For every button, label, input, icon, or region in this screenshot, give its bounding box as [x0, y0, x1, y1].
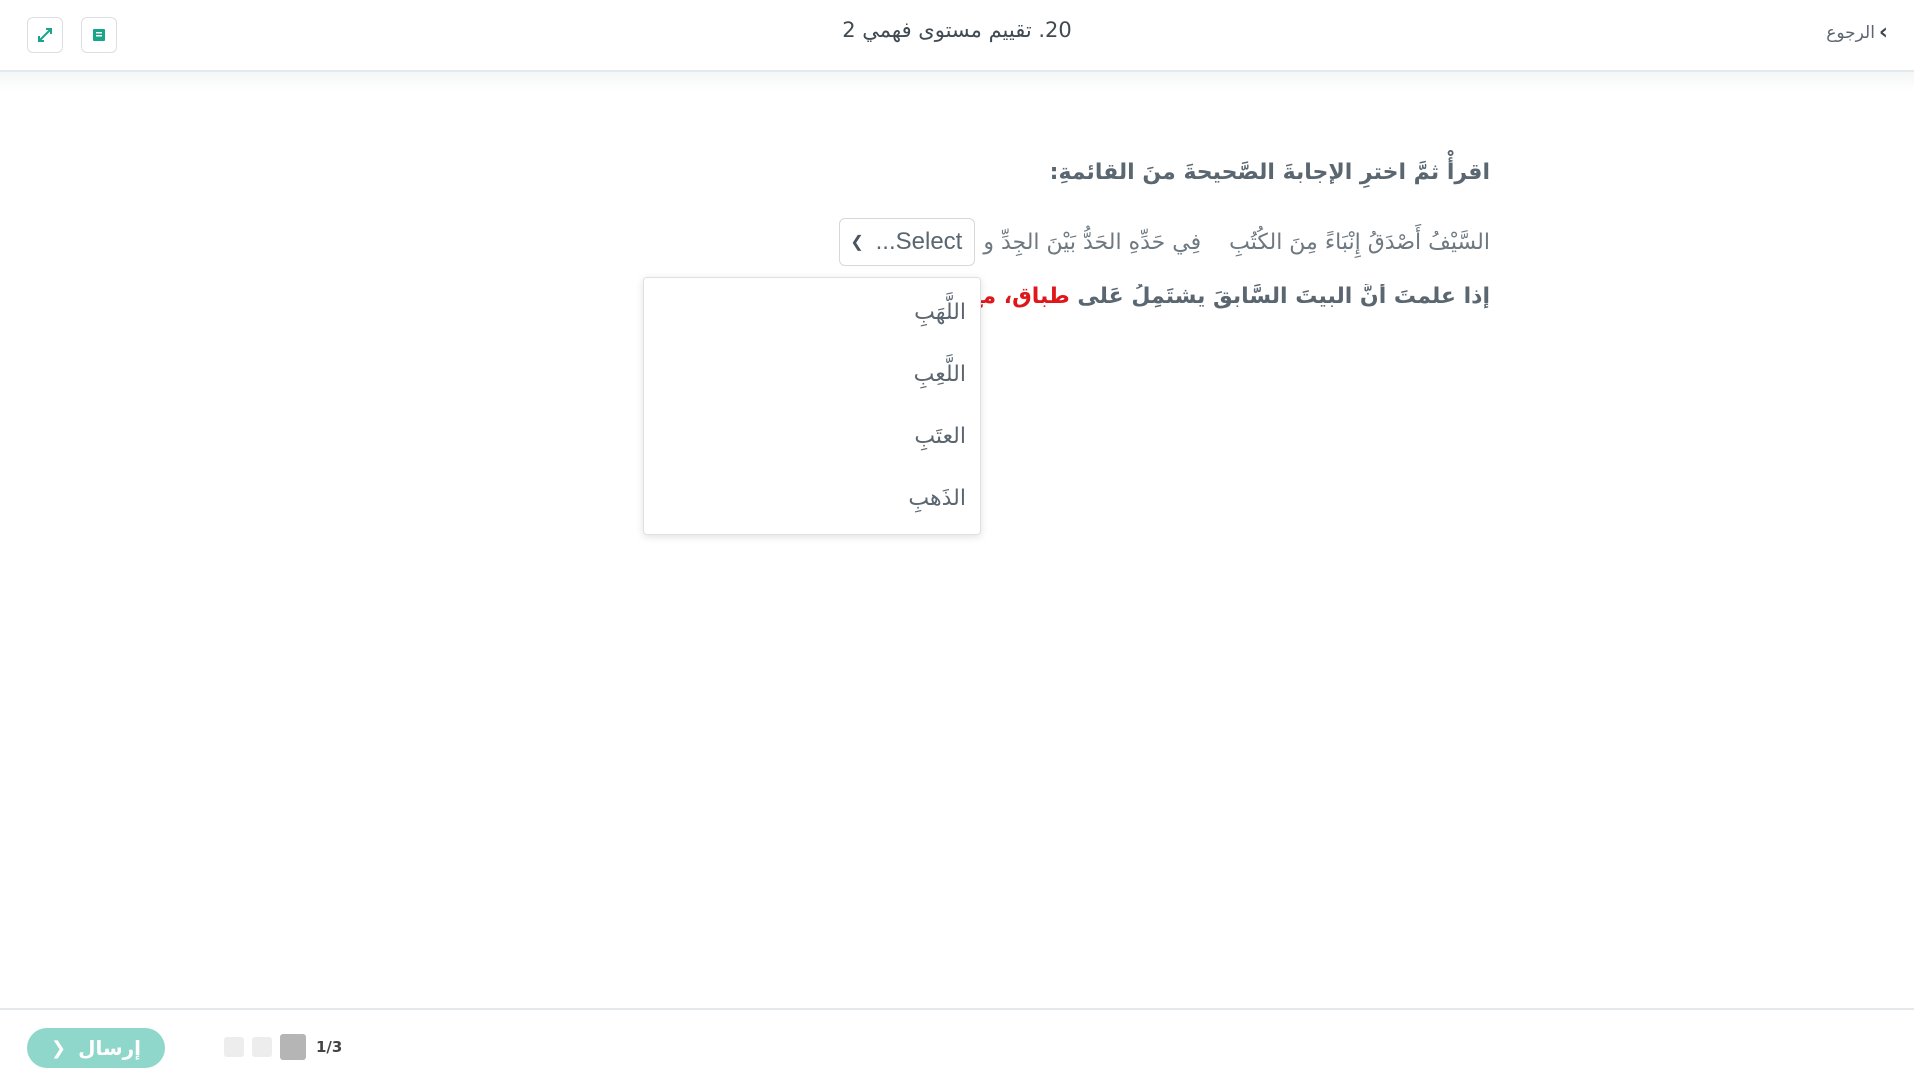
verse-row: السَّيْفُ أَصْدَقُ إِنْبَاءً مِنَ الكُتُ…	[839, 218, 1490, 266]
back-label: الرجوع	[1826, 23, 1875, 43]
bottom-bar: إرسال ❮ 1/3	[0, 1008, 1914, 1070]
select-placeholder: Select...	[875, 228, 963, 255]
header-shadow	[0, 72, 1914, 92]
back-button[interactable]: › الرجوع	[1826, 22, 1888, 44]
send-label: إرسال	[78, 1036, 141, 1060]
chevron-down-icon: ❯	[850, 234, 864, 251]
page-count: 1/3	[316, 1038, 343, 1056]
question-area: اقرأْ ثمَّ اخترِ الإجابةَ الصَّحيحةَ منَ…	[390, 160, 1490, 309]
page-dot[interactable]	[252, 1037, 272, 1057]
question-plain: إذا علمتَ أنَّ البيتَ السَّابقَ يشتَمِلُ…	[1077, 284, 1490, 309]
chevron-left-icon: ❮	[51, 1037, 67, 1059]
page-dot[interactable]	[224, 1037, 244, 1057]
dropdown-option[interactable]: الذَهبِ	[644, 468, 980, 530]
page-title: 20. تقييم مستوى فهمي 2	[842, 18, 1072, 42]
dropdown-option[interactable]: اللَّهَبِ	[644, 282, 980, 344]
verse-part2: فِي حَدِّهِ الحَدُّ بَيْنَ الجِدِّ و	[983, 229, 1202, 255]
top-bar: 20. تقييم مستوى فهمي 2 › الرجوع	[0, 0, 1914, 72]
chevron-right-icon: ›	[1878, 20, 1888, 45]
select-dropdown: اللَّهَبِ اللَّعِبِ العتَبِ الذَهبِ	[643, 277, 981, 535]
send-button[interactable]: إرسال ❮	[27, 1028, 165, 1068]
page-indicator: 1/3	[224, 1034, 342, 1060]
dropdown-option[interactable]: العتَبِ	[644, 406, 980, 468]
answer-select[interactable]: Select... ❯	[839, 218, 976, 266]
page-dot-active[interactable]	[280, 1034, 306, 1060]
instruction-text: اقرأْ ثمَّ اخترِ الإجابةَ الصَّحيحةَ منَ…	[1049, 160, 1490, 185]
dropdown-option[interactable]: اللَّعِبِ	[644, 344, 980, 406]
verse-part1: السَّيْفُ أَصْدَقُ إِنْبَاءً مِنَ الكُتُ…	[1229, 229, 1490, 255]
